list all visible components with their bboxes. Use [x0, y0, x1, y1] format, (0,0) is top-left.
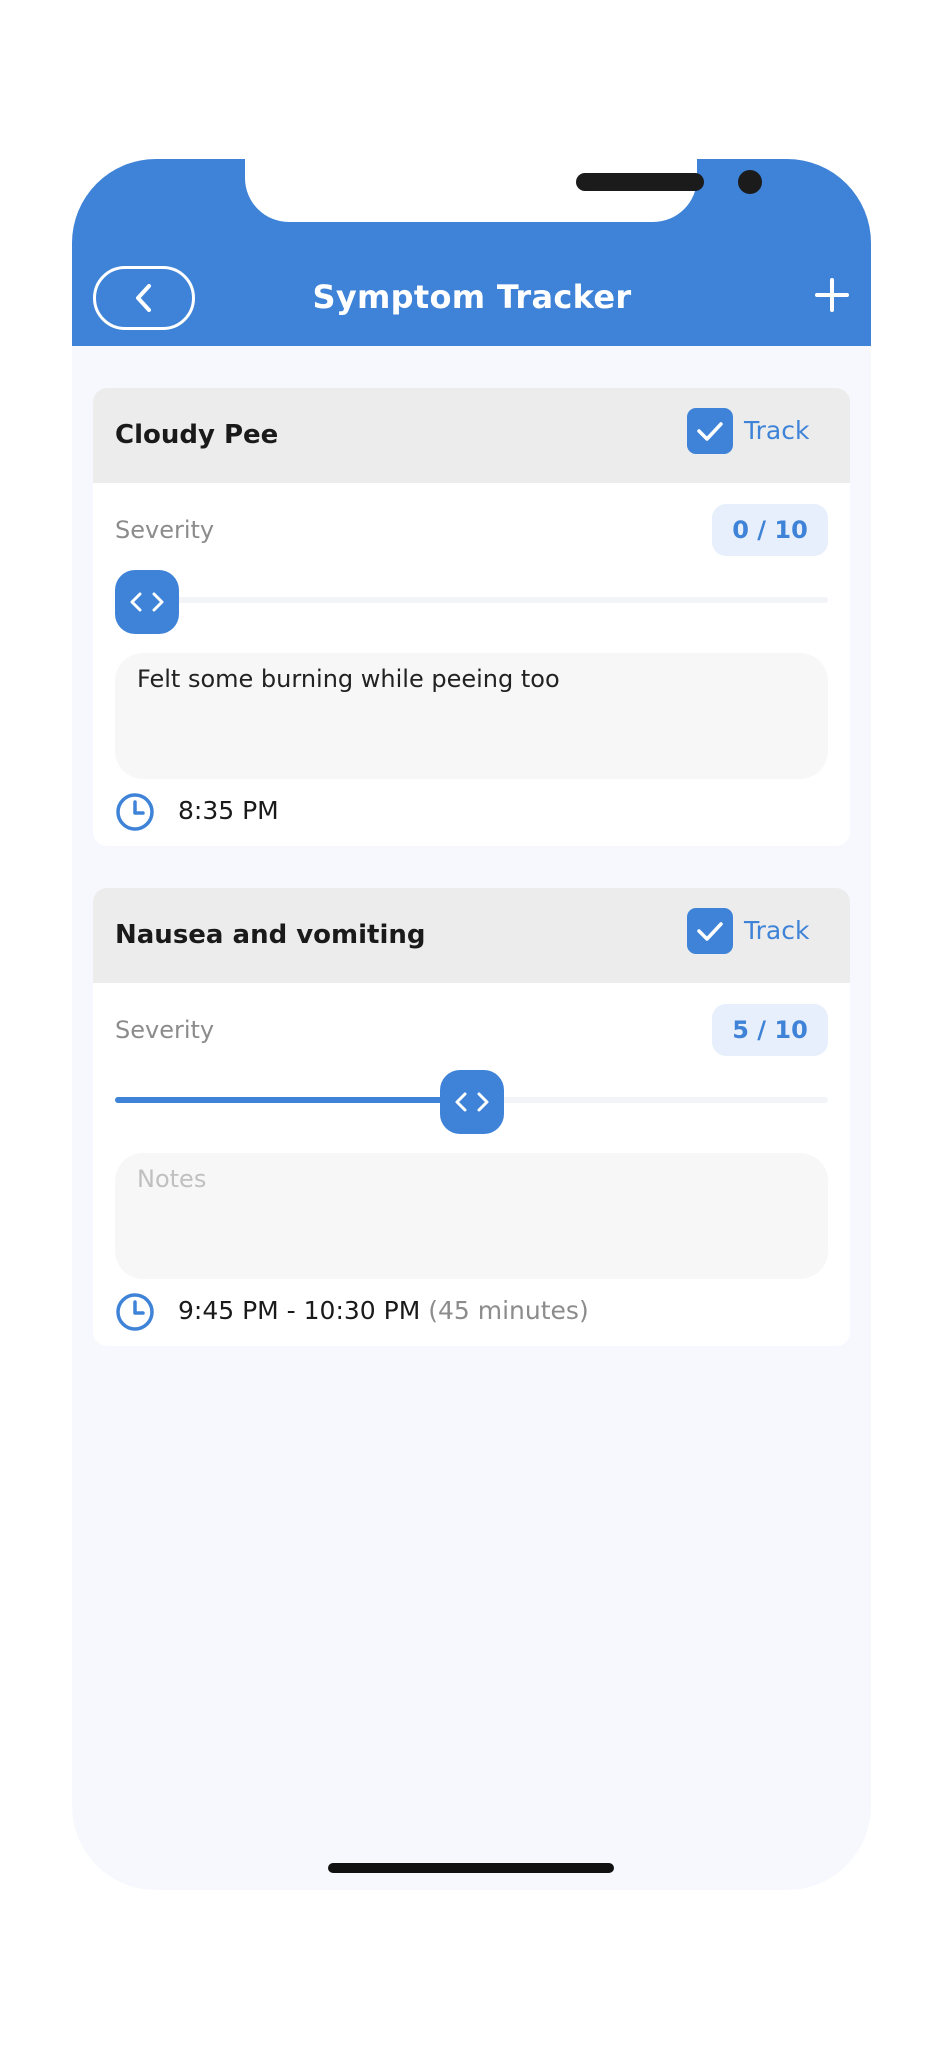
- back-button[interactable]: [93, 266, 195, 330]
- chevron-left-right-icon: [130, 592, 164, 612]
- symptom-card-header: Nausea and vomiting Track: [93, 888, 850, 983]
- time-text[interactable]: 9:45 PM - 10:30 PM (45 minutes): [178, 1296, 589, 1325]
- notes-field[interactable]: Notes: [115, 1153, 828, 1279]
- chevron-left-icon: [136, 284, 151, 312]
- symptom-name: Cloudy Pee: [115, 420, 279, 450]
- home-indicator: [328, 1863, 614, 1873]
- speaker-grille: [576, 173, 704, 191]
- time-range: 9:45 PM - 10:30 PM: [178, 1296, 421, 1325]
- track-label[interactable]: Track: [744, 416, 809, 445]
- severity-label: Severity: [115, 516, 215, 544]
- symptom-card-header: Cloudy Pee Track: [93, 388, 850, 483]
- time-range: 8:35 PM: [178, 796, 279, 825]
- severity-slider-fill: [115, 1097, 472, 1103]
- severity-slider-thumb[interactable]: [115, 570, 179, 634]
- track-checkbox[interactable]: [687, 408, 733, 454]
- app-header: Symptom Tracker: [72, 159, 871, 346]
- checkmark-icon: [697, 422, 723, 441]
- symptom-card: Nausea and vomiting Track Severity 5 / 1…: [93, 888, 850, 1346]
- device-notch: [245, 159, 762, 222]
- severity-slider-track[interactable]: [115, 597, 828, 603]
- severity-slider-thumb[interactable]: [439, 1070, 504, 1134]
- clock-icon: [116, 793, 154, 831]
- front-camera: [738, 170, 762, 194]
- track-label[interactable]: Track: [744, 916, 809, 945]
- checkmark-icon: [697, 922, 723, 941]
- phone-screen: Symptom Tracker Cloudy Pee Track Severit…: [72, 159, 871, 1890]
- duration-text: (45 minutes): [428, 1296, 589, 1325]
- severity-value-badge: 5 / 10: [712, 1004, 828, 1056]
- severity-value-badge: 0 / 10: [712, 504, 828, 556]
- track-checkbox[interactable]: [687, 908, 733, 954]
- page-title: Symptom Tracker: [312, 278, 632, 316]
- severity-label: Severity: [115, 1016, 215, 1044]
- symptom-name: Nausea and vomiting: [115, 920, 426, 950]
- clock-icon: [116, 1293, 154, 1331]
- chevron-left-right-icon: [455, 1092, 488, 1112]
- time-text[interactable]: 8:35 PM: [178, 796, 279, 825]
- notes-field[interactable]: Felt some burning while peeing too: [115, 653, 828, 779]
- symptom-card: Cloudy Pee Track Severity 0 / 10 Felt so…: [93, 388, 850, 846]
- plus-icon[interactable]: [814, 277, 850, 313]
